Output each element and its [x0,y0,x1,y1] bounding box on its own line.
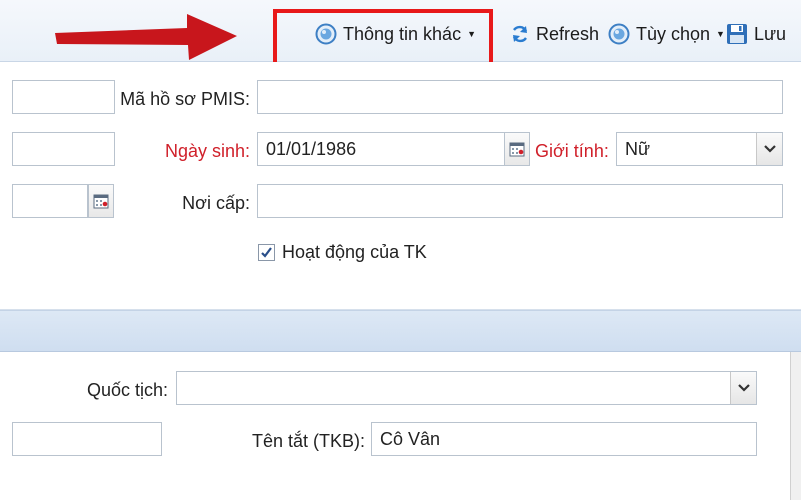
gender-dropdown-button[interactable] [756,133,782,165]
vertical-scrollbar[interactable] [790,352,801,500]
chevron-down-icon: ▼ [716,29,725,39]
save-button[interactable]: Lưu [726,20,786,48]
red-arrow-annotation [55,14,237,60]
issue-place-input[interactable] [257,184,783,218]
active-account-checkbox-row[interactable]: Hoạt động của TK [258,242,427,263]
options-orb-icon [608,23,630,45]
birthdate-input[interactable]: 01/01/1986 [257,132,505,166]
active-account-checkbox[interactable] [258,244,275,261]
active-account-label: Hoạt động của TK [282,242,427,262]
short-name-input[interactable]: Cô Vân [371,422,757,456]
birthdate-label: Ngày sinh: [164,141,250,161]
pmis-label: Mã hồ sơ PMIS: [120,89,250,109]
refresh-icon [510,24,530,44]
info-orb-icon [315,23,337,45]
short-name-label: Tên tắt (TKB): [251,431,365,451]
nationality-label: Quốc tịch: [86,380,168,400]
gender-label: Giới tính: [535,141,609,161]
options-button[interactable]: Tùy chọn ▼ [608,20,725,48]
other-info-label: Thông tin khác [343,23,462,44]
refresh-button[interactable]: Refresh [510,20,599,48]
calendar-icon [93,194,109,209]
section-divider-band [0,310,801,352]
checkmark-icon [261,247,272,258]
gender-value: Nữ [625,138,651,159]
extra-input-1[interactable] [12,132,115,166]
gender-select[interactable]: Nữ [616,132,783,166]
date-input[interactable] [12,184,88,218]
code-input[interactable] [12,80,115,114]
toolbar: Thông tin khác ▼ Refresh Tùy chọn ▼ Lưu [0,0,801,62]
nationality-select[interactable] [176,371,757,405]
chevron-down-icon [737,384,750,392]
refresh-label: Refresh [536,23,600,44]
chevron-down-icon: ▼ [467,29,476,39]
pmis-input[interactable] [257,80,783,114]
save-label: Lưu [754,23,787,44]
birthdate-calendar-button[interactable] [504,132,530,166]
floppy-disk-icon [726,23,748,45]
chevron-down-icon [763,145,776,153]
extra-input-2[interactable] [12,422,162,456]
calendar-icon [509,142,525,157]
other-info-button[interactable]: Thông tin khác ▼ [315,20,476,48]
nationality-dropdown-button[interactable] [730,372,756,404]
issue-place-label: Nơi cấp: [182,193,250,213]
options-label: Tùy chọn [636,23,711,44]
date-calendar-button[interactable] [88,184,114,218]
